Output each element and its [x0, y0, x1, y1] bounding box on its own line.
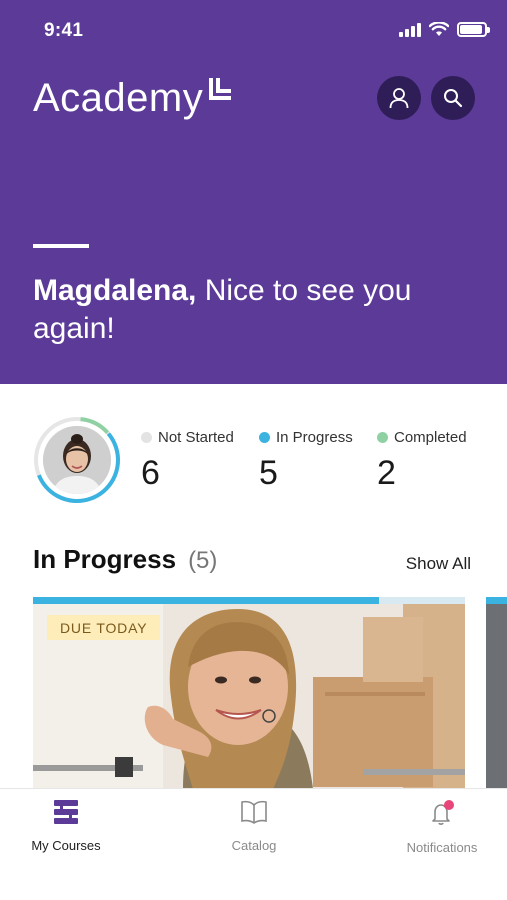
brand-logo: Academy: [33, 76, 232, 120]
profile-button[interactable]: [377, 76, 421, 120]
tab-my-courses[interactable]: My Courses: [1, 799, 131, 853]
cellular-signal-icon: [399, 22, 421, 37]
tab-catalog[interactable]: Catalog: [189, 799, 319, 853]
section-heading: In Progress: [33, 544, 177, 574]
greeting: Magdalena, Nice to see you again!: [33, 272, 453, 348]
not-started-dot-icon: [141, 431, 152, 443]
section-count: (5): [188, 547, 218, 574]
wifi-icon: [429, 22, 449, 36]
user-icon: [389, 88, 409, 109]
stat-value: 2: [377, 454, 396, 492]
course-card[interactable]: DUE TODAY: [33, 597, 465, 789]
in-progress-dot-icon: [259, 431, 270, 443]
stat-label: Not Started: [158, 428, 234, 446]
brand-name: Academy: [33, 76, 204, 120]
card-progress-bar: [33, 597, 379, 604]
stat-label: Completed: [394, 428, 467, 446]
stat-completed[interactable]: Completed 2: [377, 428, 495, 493]
stat-value: 6: [141, 454, 160, 492]
card-progress-bar: [486, 597, 507, 604]
hero-header: 9:41 Academy Magdalena, Nice to see you …: [0, 0, 507, 384]
status-time: 9:41: [44, 20, 84, 41]
tab-label: Catalog: [231, 838, 277, 853]
greeting-name: Magdalena,: [33, 274, 197, 307]
bell-icon: [432, 800, 454, 825]
search-icon: [444, 89, 463, 108]
status-icons: [399, 22, 490, 37]
tab-label: Notifications: [406, 840, 478, 855]
section-title: In Progress (5): [33, 544, 217, 575]
avatar-progress-ring[interactable]: [33, 416, 121, 504]
stacked-courses-icon: [54, 800, 78, 824]
bottom-tab-bar: My Courses Catalog Notifications: [0, 788, 507, 900]
search-button[interactable]: [431, 76, 475, 120]
battery-icon: [457, 22, 490, 37]
tab-notifications[interactable]: Notifications: [377, 799, 507, 855]
course-card-next[interactable]: [486, 597, 507, 789]
stat-value: 5: [259, 454, 278, 492]
stat-not-started[interactable]: Not Started 6: [141, 428, 259, 493]
status-bar: 9:41: [0, 0, 507, 60]
tab-label: My Courses: [31, 838, 101, 853]
due-today-badge: DUE TODAY: [47, 615, 161, 640]
stat-label: In Progress: [276, 428, 353, 446]
hero-divider: [33, 244, 89, 248]
open-book-icon: [241, 800, 267, 824]
course-stats: Not Started 6 In Progress 5 Completed 2: [141, 428, 495, 493]
stat-in-progress[interactable]: In Progress 5: [259, 428, 377, 493]
corner-bracket-logo-icon: [209, 78, 232, 100]
notification-badge: [444, 800, 454, 810]
completed-dot-icon: [377, 431, 388, 443]
show-all-link[interactable]: Show All: [406, 554, 471, 574]
avatar: [43, 426, 111, 494]
